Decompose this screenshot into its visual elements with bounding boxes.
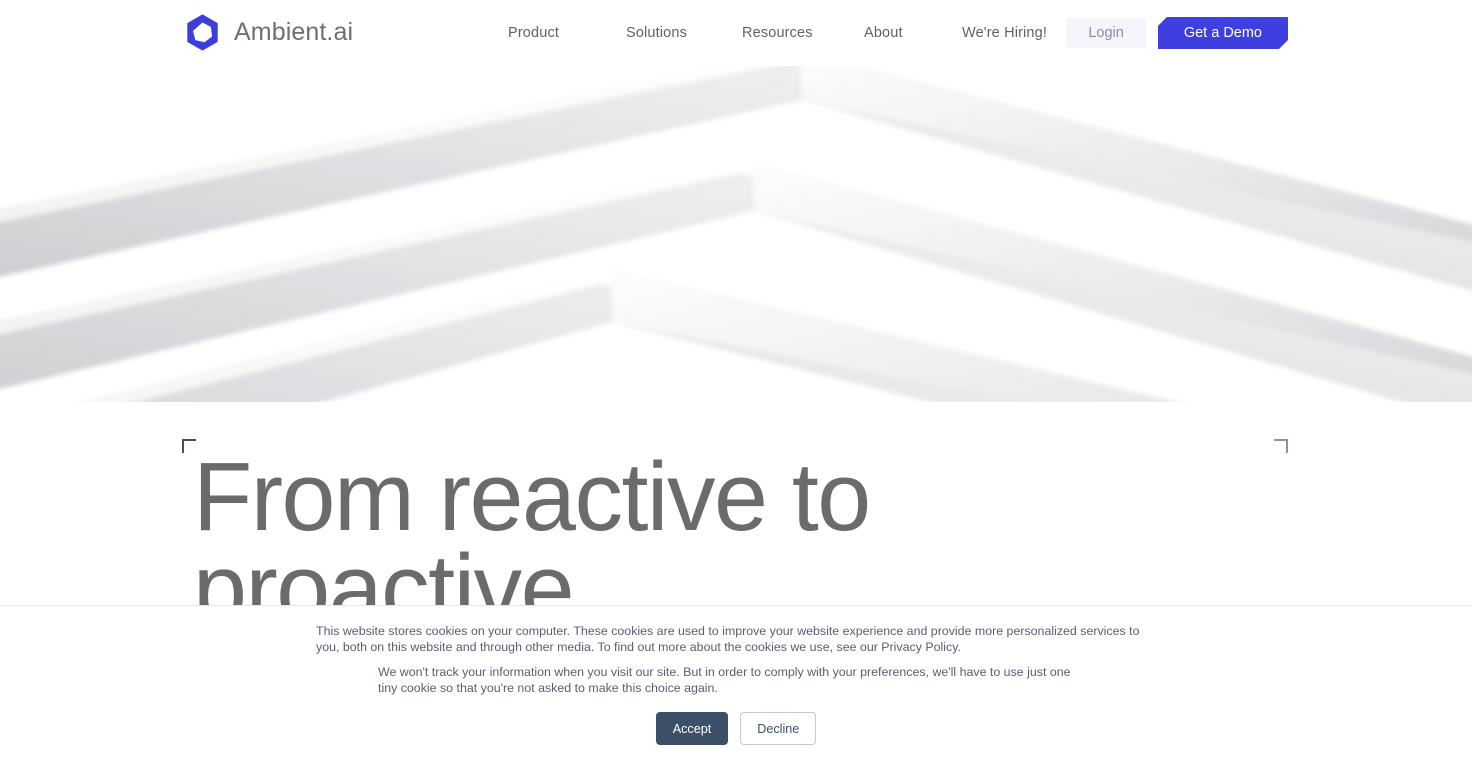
cookie-consent-banner: This website stores cookies on your comp… (0, 605, 1472, 768)
main-nav: Product Solutions Resources About We're … (508, 0, 1047, 66)
nav-item-resources[interactable]: Resources (742, 17, 864, 49)
get-a-demo-button[interactable]: Get a Demo (1158, 17, 1288, 49)
nav-item-solutions[interactable]: Solutions (626, 17, 742, 49)
login-button[interactable]: Login (1066, 18, 1146, 48)
corner-bracket-top-right-icon (1274, 439, 1288, 453)
cookie-accept-button[interactable]: Accept (655, 712, 729, 745)
nav-link-product[interactable]: Product (508, 17, 559, 49)
cookie-banner-paragraph-1: This website stores cookies on your comp… (316, 624, 1140, 654)
cookie-banner-actions: Accept Decline (0, 712, 1472, 745)
header-actions: Login Get a Demo (1066, 0, 1288, 66)
nav-item-about[interactable]: About (864, 17, 962, 49)
nav-link-about[interactable]: About (864, 17, 903, 49)
nav-link-solutions[interactable]: Solutions (626, 17, 687, 49)
nav-item-were-hiring[interactable]: We're Hiring! (962, 17, 1047, 49)
nav-link-were-hiring[interactable]: We're Hiring! (962, 17, 1047, 49)
hexagon-ring-logo-icon (182, 12, 223, 53)
brand-name: Ambient.ai (234, 18, 354, 46)
cookie-decline-button[interactable]: Decline (740, 712, 817, 745)
cookie-banner-paragraph-2: We won't track your information when you… (378, 665, 1071, 695)
nav-link-resources[interactable]: Resources (742, 17, 813, 49)
brand-logo-link[interactable]: Ambient.ai (182, 12, 353, 53)
site-header: Ambient.ai Product Solutions Resources A… (0, 0, 1472, 66)
nav-item-product[interactable]: Product (508, 17, 626, 49)
page-root: Ambient.ai Product Solutions Resources A… (0, 0, 1472, 768)
